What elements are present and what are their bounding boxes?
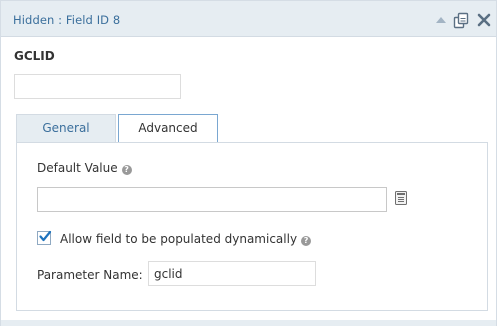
field-header[interactable]: Hidden : Field ID 8 (1, 1, 496, 37)
tab-advanced[interactable]: Advanced (118, 114, 218, 142)
collapse-arrow-icon[interactable] (433, 12, 449, 28)
field-body: GCLID General Advanced Default Value? Al… (1, 37, 496, 320)
default-value-label-text: Default Value (37, 161, 118, 175)
dynamic-population-help-icon[interactable]: ? (301, 236, 312, 246)
parameter-name-input[interactable] (148, 261, 316, 286)
field-preview-input[interactable] (14, 74, 181, 99)
field-title: Hidden : Field ID 8 (13, 13, 121, 27)
parameter-name-label: Parameter Name: (37, 268, 143, 282)
merge-tag-icon[interactable] (395, 190, 407, 205)
panel-bottom-border (1, 320, 496, 326)
allow-dynamic-population-label: Allow field to be populated dynamically? (60, 232, 312, 246)
default-value-input[interactable] (37, 187, 387, 212)
tab-general[interactable]: General (16, 114, 116, 142)
field-settings-panel: Hidden : Field ID 8 GCLID General Advanc… (0, 0, 497, 326)
field-label: GCLID (14, 49, 55, 63)
allow-dynamic-population-text: Allow field to be populated dynamically (60, 232, 298, 246)
delete-icon[interactable] (476, 12, 492, 28)
allow-dynamic-population-checkbox[interactable] (37, 230, 52, 245)
duplicate-icon[interactable] (452, 11, 469, 29)
advanced-tab-panel: Default Value? Allow field to be populat… (16, 142, 488, 311)
default-value-help-icon[interactable]: ? (121, 165, 132, 175)
default-value-label: Default Value? (37, 161, 132, 175)
